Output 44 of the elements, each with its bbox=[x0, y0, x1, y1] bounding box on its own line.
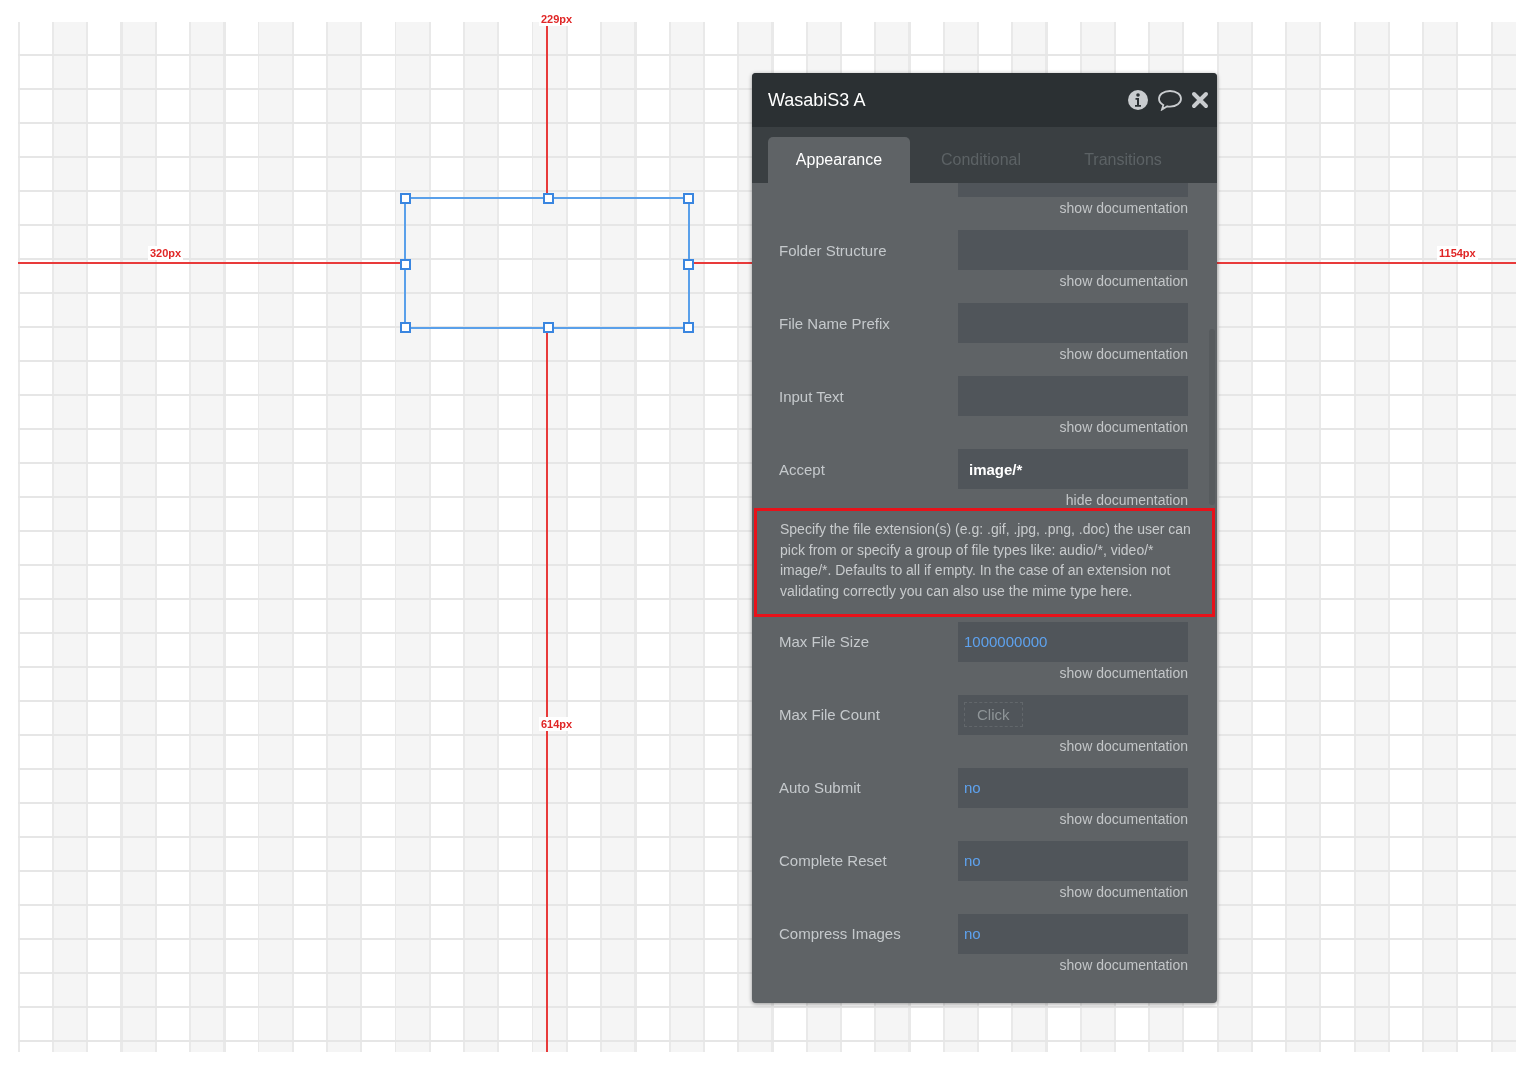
documentation-link[interactable]: show documentation bbox=[1059, 346, 1188, 362]
property-label: Max File Count bbox=[779, 706, 880, 724]
property-field[interactable]: Click bbox=[958, 694, 1188, 735]
panel-title: WasabiS3 A bbox=[768, 89, 866, 111]
info-icon[interactable] bbox=[1127, 89, 1149, 111]
resize-handle[interactable] bbox=[400, 193, 411, 204]
documentation-text: Specify the file extension(s) (e.g: .gif, .jpg, .png, .doc) the user can pick from or specify a group of file types like: audio/*, video/* image/*. Defaults to all if empty. In the case of an extension not validating correctly you can also use the mime type here. bbox=[754, 508, 1215, 617]
distance-label: 229px bbox=[539, 12, 575, 26]
property-field[interactable]: image/* bbox=[958, 449, 1188, 489]
property-label: Folder Structure bbox=[779, 241, 887, 259]
documentation-link[interactable]: show documentation bbox=[1059, 273, 1188, 289]
property-field[interactable]: no bbox=[958, 913, 1188, 954]
resize-handle[interactable] bbox=[683, 322, 694, 333]
tab[interactable]: Appearance bbox=[768, 137, 910, 183]
distance-label: 614px bbox=[539, 717, 575, 731]
property-field[interactable]: 1000000000 bbox=[958, 621, 1188, 662]
resize-handle[interactable] bbox=[400, 259, 411, 270]
distance-label: 1154px bbox=[1437, 246, 1478, 260]
documentation-link[interactable]: show documentation bbox=[1059, 810, 1188, 827]
resize-handle[interactable] bbox=[400, 322, 411, 333]
documentation-link[interactable]: show documentation bbox=[1059, 883, 1188, 900]
documentation-link[interactable]: show documentation bbox=[1059, 737, 1188, 754]
documentation-link[interactable]: show documentation bbox=[1059, 200, 1188, 216]
speech-bubble-icon[interactable] bbox=[1157, 89, 1183, 111]
distance-label: 320px bbox=[148, 246, 184, 260]
resize-handle[interactable] bbox=[683, 193, 694, 204]
property-label: Auto Submit bbox=[779, 779, 861, 797]
property-label: Compress Images bbox=[779, 925, 901, 943]
property-label: Accept bbox=[779, 460, 825, 478]
documentation-link[interactable]: show documentation bbox=[1059, 956, 1188, 973]
property-label: Complete Reset bbox=[779, 852, 887, 870]
property-field[interactable]: no bbox=[958, 767, 1188, 808]
documentation-link[interactable]: show documentation bbox=[1059, 664, 1188, 681]
documentation-link[interactable]: hide documentation bbox=[1065, 492, 1188, 508]
close-icon[interactable] bbox=[1191, 91, 1209, 109]
property-label: Max File Size bbox=[779, 633, 870, 651]
resize-handle[interactable] bbox=[543, 322, 554, 333]
property-field[interactable]: no bbox=[958, 840, 1188, 881]
resize-handle[interactable] bbox=[683, 259, 694, 270]
property-label: Input Text bbox=[779, 387, 844, 405]
click-button[interactable]: Click bbox=[964, 702, 1023, 728]
property-label: File Name Prefix bbox=[779, 314, 890, 332]
documentation-link[interactable]: show documentation bbox=[1059, 419, 1188, 435]
resize-handle[interactable] bbox=[543, 193, 554, 204]
